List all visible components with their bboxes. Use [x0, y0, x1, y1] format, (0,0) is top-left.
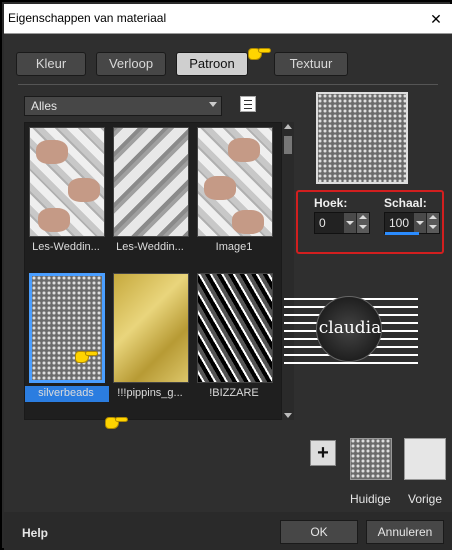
- pointing-hand-icon: [248, 44, 272, 62]
- chevron-down-icon: [209, 102, 217, 107]
- pattern-thumbnail: [113, 127, 189, 237]
- angle-label: Hoek:: [314, 196, 348, 210]
- scale-spinner[interactable]: 100: [384, 212, 440, 235]
- chevron-down-icon[interactable]: [344, 213, 356, 233]
- pattern-scrollbar[interactable]: [282, 122, 294, 420]
- ok-button[interactable]: OK: [280, 520, 358, 544]
- pattern-tile[interactable]: !BIZZARE: [193, 269, 273, 399]
- pattern-thumbnail: [29, 273, 105, 383]
- dialog-window: Eigenschappen van materiaal ✕ Kleur Verl…: [0, 0, 452, 550]
- pattern-caption: silverbeads: [38, 387, 94, 399]
- tab-kleur[interactable]: Kleur: [16, 52, 86, 76]
- chevron-down-icon[interactable]: [414, 213, 426, 233]
- scroll-up-icon[interactable]: [284, 124, 292, 129]
- tab-textuur[interactable]: Textuur: [274, 52, 348, 76]
- pattern-tile[interactable]: Les-Weddin...: [25, 123, 105, 253]
- cancel-button[interactable]: Annuleren: [366, 520, 444, 544]
- tab-verloop[interactable]: Verloop: [96, 52, 166, 76]
- scrollbar-thumb[interactable]: [284, 136, 292, 154]
- scale-slider-indicator: [385, 232, 419, 235]
- dialog-body: Kleur Verloop Patroon Textuur Alles Les-…: [4, 34, 452, 550]
- window-title: Eigenschappen van materiaal: [8, 11, 167, 25]
- pattern-caption: Image1: [215, 241, 253, 253]
- category-dropdown-value: Alles: [31, 99, 58, 113]
- scroll-down-icon[interactable]: [284, 413, 292, 418]
- pattern-caption: !BIZZARE: [209, 387, 259, 399]
- category-dropdown[interactable]: Alles: [24, 96, 222, 116]
- list-view-icon[interactable]: [240, 96, 256, 112]
- pattern-caption: Les-Weddin...: [32, 241, 100, 253]
- pattern-tile-selected[interactable]: silverbeads: [25, 269, 109, 402]
- scale-label: Schaal:: [384, 196, 427, 210]
- spinner-arrows-icon[interactable]: [357, 213, 369, 233]
- pattern-caption: !!!pippins_g...: [117, 387, 183, 399]
- help-link[interactable]: Help: [22, 526, 48, 540]
- close-icon[interactable]: ✕: [426, 9, 446, 29]
- pattern-tile[interactable]: !!!pippins_g...: [109, 269, 189, 399]
- pointing-hand-icon: [75, 347, 99, 365]
- pattern-thumbnail: [29, 127, 105, 237]
- pattern-thumbnail: [197, 273, 273, 383]
- spinner-arrows-icon[interactable]: [427, 213, 439, 233]
- pointing-hand-icon: [105, 413, 129, 431]
- current-swatch-label: Huidige: [350, 492, 391, 506]
- pattern-grid: Les-Weddin... Les-Weddin... Image1 silve…: [24, 122, 282, 429]
- scale-value: 100: [389, 216, 410, 230]
- tab-patroon[interactable]: Patroon: [176, 52, 248, 76]
- pattern-tile[interactable]: Les-Weddin...: [109, 123, 189, 253]
- pattern-thumbnail: [197, 127, 273, 237]
- watermark-text: claudia: [318, 318, 382, 338]
- pattern-thumbnail: [113, 273, 189, 383]
- pattern-tile[interactable]: Image1: [193, 123, 273, 253]
- add-to-swatches-button[interactable]: +: [310, 440, 336, 466]
- current-swatch: [350, 438, 392, 480]
- angle-value: 0: [319, 216, 326, 230]
- tab-divider: [18, 84, 438, 85]
- previous-swatch[interactable]: [404, 438, 446, 480]
- angle-spinner[interactable]: 0: [314, 212, 370, 234]
- pattern-caption: Les-Weddin...: [116, 241, 184, 253]
- pattern-preview: [316, 92, 408, 184]
- watermark-logo: claudia: [316, 296, 382, 362]
- previous-swatch-label: Vorige: [408, 492, 443, 506]
- title-bar[interactable]: Eigenschappen van materiaal ✕: [4, 4, 452, 34]
